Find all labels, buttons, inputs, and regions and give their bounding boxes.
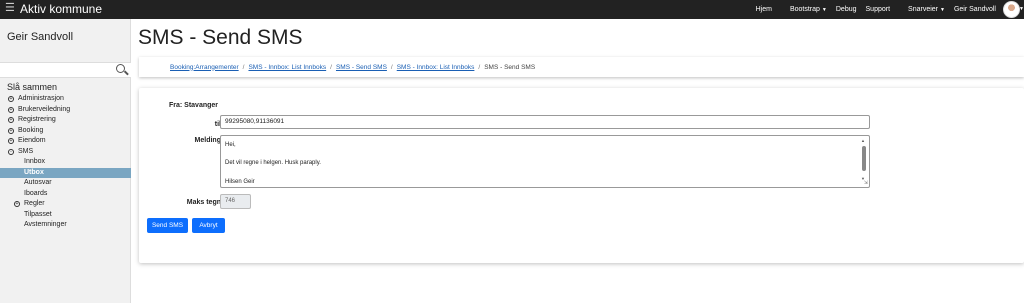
sidebar: Geir Sandvoll Slå sammen + Administrasjon… <box>0 19 131 303</box>
sidebar-item-label: SMS <box>18 147 34 155</box>
sidebar-item-tilpasset[interactable]: Tilpasset <box>0 210 131 221</box>
sidebar-item-utbox[interactable]: Utbox <box>0 167 131 178</box>
send-sms-button[interactable]: Send SMS <box>147 218 188 233</box>
sidebar-item-label: Eiendom <box>18 137 46 144</box>
avatar[interactable] <box>1003 1 1020 18</box>
textarea-scrollbar[interactable]: ▲ ▼ <box>861 138 867 186</box>
nav-bootstrap-label: Bootstrap <box>789 6 820 13</box>
breadcrumb-link[interactable]: SMS - Innbox: List Innboks <box>397 64 475 71</box>
nav-snarveier[interactable]: Snarveier ▼ <box>899 6 945 13</box>
sidebar-item-label: Avstemninger <box>24 221 67 228</box>
from-label: Fra: Stavanger <box>169 102 219 109</box>
plus-circle-icon: + <box>8 117 14 123</box>
sidebar-item-label: Tilpasset <box>24 210 52 218</box>
breadcrumb: Booking:Arrangementer / SMS - Innbox: Li… <box>139 57 1024 77</box>
sidebar-user-name: Geir Sandvoll <box>7 31 74 43</box>
hamburger-icon[interactable]: ☰ <box>5 1 15 14</box>
minus-circle-icon: - <box>8 148 14 155</box>
plus-circle-icon: + <box>8 138 14 144</box>
sidebar-item-administrasjon[interactable]: + Administrasjon <box>0 94 131 105</box>
search-icon[interactable] <box>116 64 125 73</box>
brand-title[interactable]: Aktiv kommune <box>20 0 102 19</box>
sidebar-item-eiendom[interactable]: + Eiendom <box>0 136 131 147</box>
plus-circle-icon: + <box>8 106 14 113</box>
page-title: SMS - Send SMS <box>138 26 303 49</box>
nav-hjem[interactable]: Hjem <box>756 6 772 13</box>
sms-form-card: Fra: Stavanger til 99295080,91136091 Mel… <box>139 88 1024 263</box>
nav-bootstrap[interactable]: Bootstrap ▼ <box>781 6 827 13</box>
message-line: Hilsen Geir <box>225 179 255 185</box>
breadcrumb-link[interactable]: SMS - Send SMS <box>336 64 387 71</box>
sidebar-item-iboards[interactable]: Iboards <box>0 189 131 200</box>
plus-circle-icon: + <box>14 201 20 207</box>
max-chars-label: Maks tegn <box>186 199 221 206</box>
message-line: Hei, <box>225 142 236 148</box>
sidebar-item-brukerveiledning[interactable]: + Brukerveiledning <box>0 105 131 116</box>
breadcrumb-separator: / <box>330 63 332 71</box>
breadcrumb-separator: / <box>242 63 245 71</box>
top-nav: Hjem Bootstrap ▼ Debug Support Snarveier ▼… <box>747 0 996 19</box>
sidebar-item-sms[interactable]: - SMS <box>0 147 131 158</box>
main-content: SMS - Send SMS Booking:Arrangementer / S… <box>131 19 1024 303</box>
message-label: Melding <box>194 137 221 144</box>
cancel-button[interactable]: Avbryt <box>192 218 225 233</box>
sidebar-item-label: Iboards <box>24 189 48 197</box>
nav-user-name[interactable]: Geir Sandvoll <box>954 6 996 13</box>
nav-snarveier-label: Snarveier <box>908 6 939 13</box>
chevron-down-icon: ▼ <box>821 7 827 13</box>
message-textarea[interactable]: Hei, Det vil regne i helgen. Husk parapl… <box>220 135 870 188</box>
sidebar-item-autosvar[interactable]: Autosvar <box>0 178 131 189</box>
sidebar-menu: + Administrasjon + Brukerveiledning + Regis… <box>0 94 131 231</box>
sidebar-item-label: Innbox <box>24 158 46 165</box>
sidebar-search-input[interactable] <box>0 62 131 78</box>
to-input[interactable]: 99295080,91136091 <box>220 115 870 129</box>
sidebar-item-label: Registrering <box>18 116 56 123</box>
chevron-down-icon: ▼ <box>940 7 945 13</box>
sidebar-item-avstemninger[interactable]: Avstemninger <box>0 220 131 231</box>
collapse-all-link[interactable]: Slå sammen <box>7 82 57 92</box>
chevron-down-icon[interactable]: ▼ <box>1019 6 1024 12</box>
breadcrumb-current: SMS - Send SMS <box>484 63 536 71</box>
max-chars-field: 746 <box>220 194 251 209</box>
sidebar-item-regler[interactable]: + Regler <box>0 199 131 210</box>
scrollbar-thumb[interactable] <box>862 146 866 171</box>
sidebar-item-innbox[interactable]: Innbox <box>0 157 131 168</box>
plus-circle-icon: + <box>8 96 14 102</box>
sidebar-item-label: Regler <box>24 200 45 207</box>
breadcrumb-link[interactable]: SMS - Innbox: List Innboks <box>248 64 326 71</box>
sidebar-item-label: Utbox <box>24 168 44 176</box>
sidebar-item-label: Booking <box>18 126 44 134</box>
resize-grip-icon[interactable]: ⇲ <box>864 180 868 186</box>
breadcrumb-separator: / <box>478 63 481 71</box>
sidebar-item-booking[interactable]: + Booking <box>0 126 131 137</box>
message-line: Det vil regne i helgen. Husk paraply. <box>225 160 321 166</box>
nav-support[interactable]: Support <box>866 6 891 13</box>
sidebar-item-registrering[interactable]: + Registrering <box>0 115 131 126</box>
top-navbar: ☰ Aktiv kommune Hjem Bootstrap ▼ Debug Su… <box>0 0 1024 19</box>
to-label: til <box>214 121 221 128</box>
breadcrumb-link[interactable]: Booking:Arrangementer <box>170 64 239 71</box>
scroll-up-icon[interactable]: ▲ <box>861 138 865 143</box>
nav-debug[interactable]: Debug <box>836 6 857 13</box>
sidebar-item-label: Administrasjon <box>18 95 64 102</box>
plus-circle-icon: + <box>8 127 14 134</box>
sidebar-item-label: Brukerveiledning <box>18 105 71 113</box>
breadcrumb-separator: / <box>390 63 393 71</box>
sidebar-item-label: Autosvar <box>24 179 52 186</box>
